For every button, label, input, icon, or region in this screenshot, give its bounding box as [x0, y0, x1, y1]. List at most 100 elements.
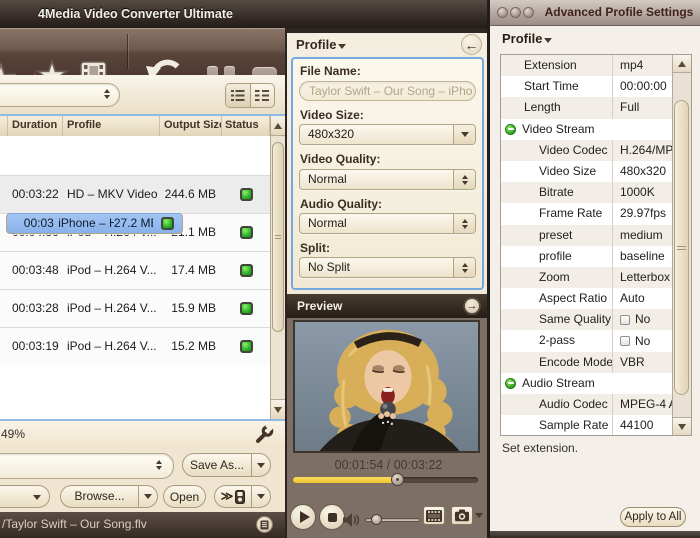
table-row[interactable]: 00:03:22 iPhone – H.264... 27.2 MB	[6, 213, 183, 234]
table-row[interactable]: 00:03:19 iPod – H.264 V... 15.2 MB	[0, 327, 270, 365]
view-toggle	[225, 83, 275, 108]
cell-output-size: 15.2 MB	[160, 328, 222, 365]
settings-scrollbar[interactable]	[672, 55, 691, 435]
settings-row[interactable]: Zoom Letterbox	[501, 267, 672, 288]
settings-row[interactable]: 2-pass No	[501, 330, 672, 351]
stepper-icon[interactable]	[453, 214, 475, 233]
filmstrip-button[interactable]	[423, 506, 445, 525]
settings-row[interactable]: preset medium	[501, 225, 672, 246]
settings-row[interactable]: Video Size 480x320	[501, 161, 672, 182]
device-transfer-button[interactable]: ≫	[214, 485, 271, 508]
file-list-scrollbar[interactable]	[270, 116, 285, 419]
collapse-icon[interactable]	[505, 378, 516, 389]
video-preview[interactable]	[293, 320, 480, 453]
close-icon[interactable]	[497, 7, 508, 18]
cell-output-size: 27.2 MB	[114, 214, 153, 233]
video-quality-label: Video Quality:	[300, 152, 380, 166]
scroll-down-icon[interactable]	[271, 399, 285, 419]
toolbar-separator	[127, 34, 128, 69]
device-dropdown-icon[interactable]	[251, 486, 270, 507]
file-name-input[interactable]: Taylor Swift – Our Song – iPho	[299, 81, 476, 101]
audio-quality-select[interactable]: Normal	[299, 213, 476, 234]
setting-value: 00:00:00	[612, 76, 672, 97]
stepper-icon[interactable]	[453, 258, 475, 277]
settings-row[interactable]: Start Time 00:00:00	[501, 76, 672, 97]
play-button[interactable]	[290, 504, 316, 530]
minimize-icon[interactable]	[510, 7, 521, 18]
back-button[interactable]: ←	[461, 34, 482, 55]
scrollbar-thumb[interactable]	[272, 142, 284, 332]
stop-icon	[328, 513, 337, 522]
settings-row[interactable]: Length Full	[501, 97, 672, 118]
profile-panel-header[interactable]: Profile	[296, 37, 346, 52]
apply-to-all-button[interactable]: Apply to All	[620, 507, 686, 527]
forward-arrow-icon[interactable]: →	[463, 297, 481, 315]
video-size-select[interactable]: 480x320	[299, 124, 476, 145]
col-status[interactable]: Status	[222, 116, 270, 136]
main-title-bar: 4Media Video Converter Ultimate	[0, 0, 490, 29]
settings-row[interactable]: Same Quality No	[501, 309, 672, 330]
list-view-icon[interactable]	[251, 84, 275, 107]
browse-button[interactable]: Browse...	[60, 485, 158, 508]
table-row[interactable]: 00:03:28 iPod – H.264 V... 15.9 MB	[0, 289, 270, 327]
col-duration[interactable]: Duration	[8, 116, 63, 136]
setting-label: Video Stream	[501, 119, 612, 140]
setting-value: VBR	[612, 352, 672, 373]
volume-knob[interactable]	[371, 514, 382, 525]
col-profile[interactable]: Profile	[63, 116, 160, 136]
dropdown-icon[interactable]	[453, 125, 475, 144]
settings-row[interactable]: profile baseline	[501, 246, 672, 267]
settings-row[interactable]: Video Codec H.264/MP	[501, 140, 672, 161]
save-as-button[interactable]: Save As...	[182, 453, 271, 477]
snapshot-dropdown-icon[interactable]	[475, 513, 483, 518]
settings-row[interactable]: Video Stream	[501, 119, 672, 140]
stepper-icon[interactable]	[453, 170, 475, 189]
open-button[interactable]: Open	[163, 485, 206, 508]
back-arrow-icon: ←	[465, 37, 479, 53]
setting-value: MPEG-4 A	[612, 394, 672, 415]
destination-combo[interactable]	[0, 453, 174, 479]
scroll-down-icon[interactable]	[673, 417, 691, 435]
settings-row[interactable]: Audio Codec MPEG-4 A	[501, 394, 672, 415]
filter-row	[0, 75, 285, 114]
settings-wrench-icon[interactable]	[253, 423, 275, 445]
scrollbar-thumb[interactable]	[674, 100, 689, 395]
scroll-up-icon[interactable]	[271, 116, 285, 136]
snapshot-button[interactable]	[451, 506, 473, 525]
file-info-icon[interactable]	[256, 516, 273, 533]
seek-bar[interactable]	[293, 477, 478, 483]
toolbar	[0, 28, 285, 75]
camera-icon	[454, 509, 470, 522]
browse-dropdown-icon[interactable]	[138, 486, 157, 507]
folder-dropdown[interactable]	[0, 485, 50, 508]
detail-view-icon[interactable]	[226, 84, 251, 107]
settings-row[interactable]: Frame Rate 29.97fps	[501, 203, 672, 224]
checkbox[interactable]	[620, 336, 630, 346]
video-quality-select[interactable]: Normal	[299, 169, 476, 190]
settings-profile-header[interactable]: Profile	[502, 31, 552, 46]
seek-knob[interactable]	[391, 473, 404, 486]
zoom-window-icon[interactable]	[523, 7, 534, 18]
chevron-down-icon	[338, 44, 346, 49]
profile-filter-combo[interactable]	[0, 83, 120, 107]
settings-row[interactable]: Bitrate 1000K	[501, 182, 672, 203]
save-as-dropdown-icon[interactable]	[251, 454, 270, 476]
settings-row[interactable]: Extension mp4	[501, 55, 672, 76]
scroll-up-icon[interactable]	[673, 55, 691, 73]
settings-row[interactable]: Aspect Ratio Auto	[501, 288, 672, 309]
checkbox[interactable]	[620, 315, 630, 325]
settings-hint: Set extension.	[502, 441, 578, 455]
status-ready-icon	[240, 188, 253, 201]
col-output-size[interactable]: Output Size	[160, 116, 222, 136]
settings-row[interactable]: Audio Stream	[501, 373, 672, 394]
table-row[interactable]: 00:03:48 iPod – H.264 V... 17.4 MB	[0, 251, 270, 289]
cell-status	[153, 214, 182, 233]
settings-row[interactable]: Sample Rate 44100	[501, 415, 672, 436]
setting-label: Audio Stream	[501, 373, 612, 394]
setting-label: Zoom	[501, 267, 612, 288]
settings-row[interactable]: Encode Mode VBR	[501, 352, 672, 373]
collapse-icon[interactable]	[505, 124, 516, 135]
destination-row: Browse... Open ≫	[0, 481, 285, 512]
table-row[interactable]: 00:03:22 HD – MKV Video 244.6 MB	[0, 175, 270, 213]
split-select[interactable]: No Split	[299, 257, 476, 278]
